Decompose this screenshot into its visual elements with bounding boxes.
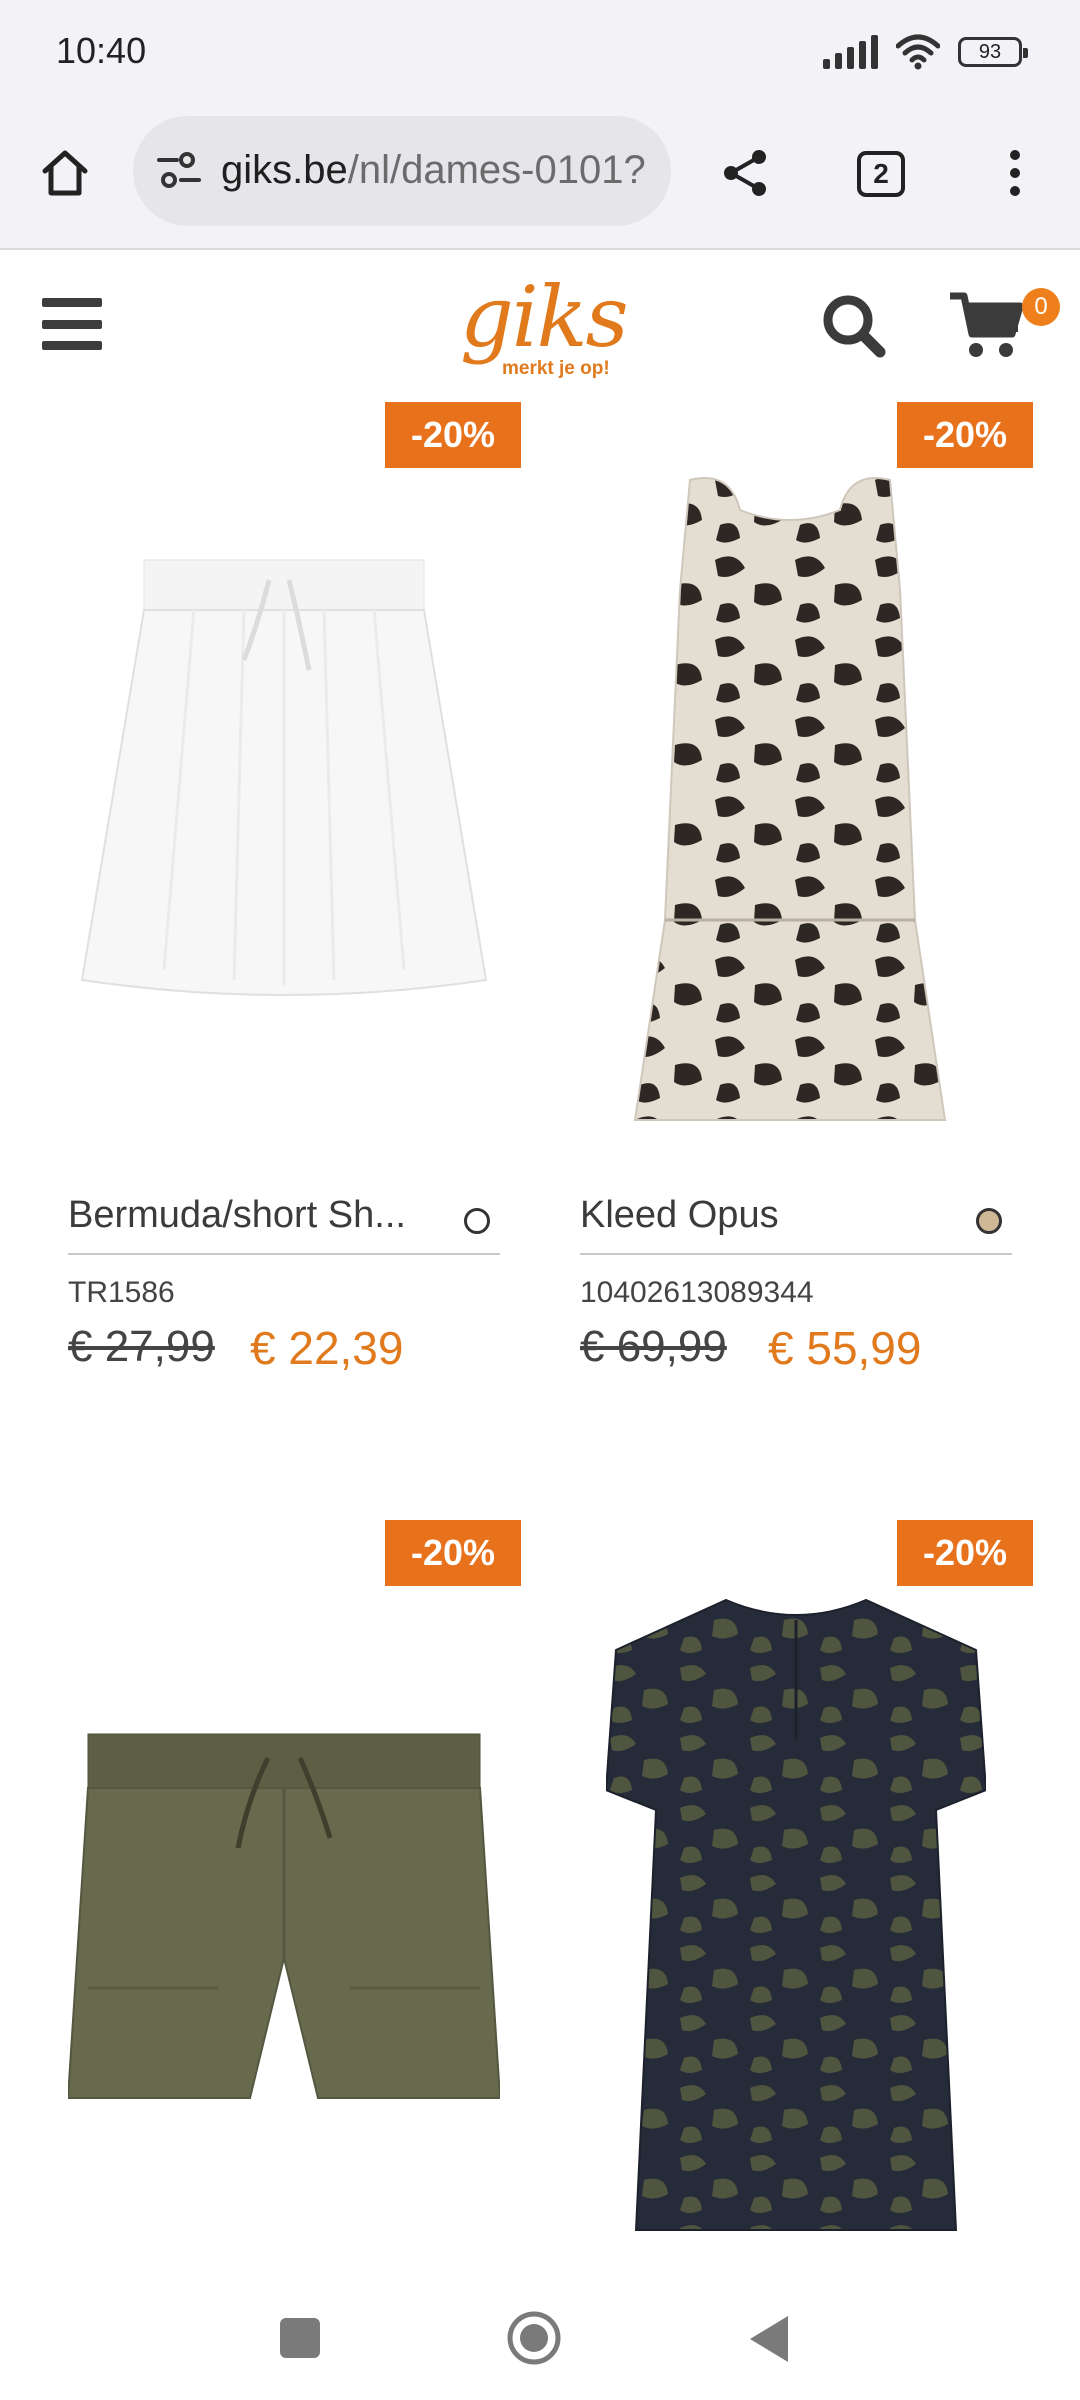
original-price: € 69,99 bbox=[580, 1322, 727, 1371]
cart-icon[interactable] bbox=[948, 288, 1024, 362]
site-logo[interactable]: giks merkt je op! bbox=[448, 268, 629, 388]
product-name[interactable]: Kleed Opus bbox=[580, 1194, 960, 1237]
more-vert-icon bbox=[1010, 150, 1020, 196]
discount-badge: -20% bbox=[385, 1520, 521, 1586]
url-text: giks.be/nl/dames-0101? bbox=[221, 148, 661, 193]
color-swatch[interactable] bbox=[464, 1208, 490, 1234]
product-image-olive-shorts[interactable] bbox=[68, 1728, 500, 2118]
system-nav-bar bbox=[0, 2270, 1080, 2400]
discount-badge: -20% bbox=[897, 402, 1033, 468]
divider bbox=[580, 1253, 1012, 1255]
discount-badge: -20% bbox=[897, 1520, 1033, 1586]
share-button[interactable] bbox=[710, 138, 780, 208]
share-icon bbox=[724, 150, 766, 196]
product-name[interactable]: Bermuda/short Sh... bbox=[68, 1194, 448, 1237]
status-bar: 10:40 93 bbox=[0, 0, 1080, 108]
site-settings-icon[interactable] bbox=[155, 146, 203, 194]
product-image-navy-dress[interactable] bbox=[606, 1590, 986, 2240]
home-button[interactable] bbox=[30, 138, 100, 208]
hamburger-menu-button[interactable] bbox=[42, 298, 102, 350]
status-icons: 93 bbox=[823, 34, 1028, 70]
hamburger-line bbox=[42, 341, 102, 350]
home-icon bbox=[42, 150, 88, 196]
battery-indicator: 93 bbox=[958, 37, 1028, 67]
hamburger-line bbox=[42, 319, 102, 329]
logo-tagline: merkt je op! bbox=[502, 358, 610, 379]
original-price: € 27,99 bbox=[68, 1322, 215, 1371]
sale-price: € 22,39 bbox=[250, 1322, 404, 1374]
product-image-white-skirt[interactable] bbox=[74, 550, 494, 1030]
url-path: /nl/dames-0101? bbox=[347, 148, 646, 192]
signal-icon bbox=[823, 35, 878, 69]
browser-toolbar: giks.be/nl/dames-0101? 2 bbox=[0, 108, 1080, 250]
tab-count: 2 bbox=[857, 151, 905, 197]
menu-button[interactable] bbox=[980, 138, 1050, 208]
back-nav-icon[interactable] bbox=[748, 2314, 790, 2364]
discount-badge: -20% bbox=[385, 402, 521, 468]
url-host: giks.be bbox=[221, 148, 348, 192]
status-time: 10:40 bbox=[56, 30, 147, 71]
site-header: giks merkt je op! 0 bbox=[0, 250, 1080, 400]
logo-wordmark: giks bbox=[460, 268, 629, 366]
color-swatch[interactable] bbox=[976, 1208, 1002, 1234]
product-image-patterned-dress[interactable] bbox=[630, 470, 950, 1140]
product-code: TR1586 bbox=[68, 1276, 175, 1309]
home-nav-icon[interactable] bbox=[506, 2310, 562, 2366]
search-icon[interactable] bbox=[818, 290, 890, 362]
divider bbox=[68, 1253, 500, 1255]
recent-apps-button[interactable] bbox=[280, 2318, 320, 2358]
cart-count-badge: 0 bbox=[1022, 288, 1060, 326]
sale-price: € 55,99 bbox=[768, 1322, 922, 1374]
battery-level: 93 bbox=[978, 40, 1002, 63]
wifi-icon bbox=[896, 34, 940, 70]
hamburger-line bbox=[42, 298, 102, 307]
product-code: 10402613089344 bbox=[580, 1276, 814, 1309]
address-bar[interactable]: giks.be/nl/dames-0101? bbox=[133, 116, 671, 226]
tabs-button[interactable]: 2 bbox=[846, 146, 916, 202]
